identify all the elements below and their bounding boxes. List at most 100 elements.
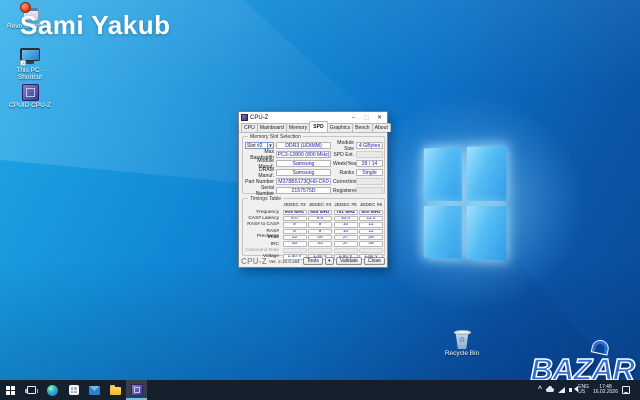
- serial-number-value: 2157575D: [276, 187, 331, 194]
- system-tray: ^ ENG US 17:48 16.02.2026: [538, 380, 640, 400]
- windows-logo-pane: [466, 206, 506, 261]
- timing-row-label: Command Rate: [245, 248, 281, 253]
- network-icon[interactable]: [558, 387, 565, 393]
- timing-column-header: JEDEC #6: [359, 203, 383, 209]
- cpuz-window: CPU-Z – ▢ ✕ CPU Mainboard Memory SPD Gra…: [238, 111, 388, 268]
- taskbar-cpuz-running[interactable]: [126, 380, 147, 400]
- desktop-icon-cpuz[interactable]: CPUID CPU-Z: [6, 84, 54, 109]
- taskbar-mail[interactable]: [84, 380, 105, 400]
- field-label: DRAM Manuf.: [245, 167, 274, 179]
- dram-manuf-value: Samsung: [276, 169, 331, 176]
- desktop-icon-label: This PC - Shortcut: [6, 67, 54, 81]
- timing-row-label: tRAS: [245, 235, 281, 240]
- tab-spd[interactable]: SPD: [309, 121, 327, 132]
- window-footer: CPU-Z Ver. 2.10.0.x64 Tools ▼ Validate C…: [241, 256, 385, 266]
- max-bandwidth-value: PC3-12800 (800 MHz): [276, 151, 331, 158]
- onedrive-cloud-icon[interactable]: [546, 388, 554, 392]
- windows-logo-pane: [424, 147, 462, 200]
- desktop-icon-label: Recycle Bin: [445, 350, 479, 357]
- timing-cell: 800 MHz: [359, 210, 383, 215]
- version-text: Ver. 2.10.0.x64: [269, 259, 301, 264]
- module-type-value: DDR3 (UDIMM): [276, 142, 331, 149]
- volume-icon[interactable]: [569, 388, 572, 393]
- tab-graphics[interactable]: Graphics: [327, 123, 353, 132]
- tab-mainboard[interactable]: Mainboard: [257, 123, 287, 132]
- close-button[interactable]: Close: [364, 257, 385, 265]
- timing-cell: 9.0: [308, 216, 332, 221]
- timing-cell: 27: [334, 235, 358, 240]
- timing-cell: 8: [283, 229, 307, 234]
- taskbar-file-explorer[interactable]: [105, 380, 126, 400]
- timing-cell: 8.0: [283, 216, 307, 221]
- timing-cell: 761 MHz: [334, 210, 358, 215]
- taskbar-edge[interactable]: [42, 380, 63, 400]
- clock[interactable]: 17:48 16.02.2026: [593, 385, 618, 396]
- tab-bench[interactable]: Bench: [352, 123, 372, 132]
- timing-cell: 28: [359, 235, 383, 240]
- tab-about[interactable]: About: [372, 123, 391, 132]
- timing-cell: 30: [283, 241, 307, 246]
- timings-table: JEDEC #3 JEDEC #4 JEDEC #5 JEDEC #6 Freq…: [245, 203, 382, 260]
- validate-button[interactable]: Validate: [336, 257, 362, 265]
- channel-watermark: Sami Yakub: [20, 10, 171, 41]
- part-number-value: M378B5173QH0-CK0: [276, 178, 331, 185]
- cpuz-logo: CPU-Z: [241, 257, 267, 266]
- this-pc-icon: ↗: [19, 48, 41, 66]
- timing-cell: [283, 248, 307, 253]
- tab-bar: CPU Mainboard Memory SPD Graphics Bench …: [239, 123, 387, 133]
- timing-cell: 10.0: [334, 216, 358, 221]
- ranks-value: Single: [356, 169, 383, 176]
- start-button[interactable]: [0, 380, 21, 400]
- timing-cell: 685 MHz: [308, 210, 332, 215]
- close-window-button[interactable]: ✕: [374, 113, 385, 123]
- cpuz-app-icon: [241, 114, 248, 121]
- timing-row-label: RAS# Precharge: [245, 229, 281, 234]
- file-explorer-icon: [110, 387, 121, 396]
- field-label: Correction: [333, 179, 354, 185]
- tools-dropdown-button[interactable]: ▼: [325, 257, 334, 265]
- timing-cell: [308, 248, 332, 253]
- desktop-icon-label: CPUID CPU-Z: [9, 102, 51, 109]
- shortcut-arrow-icon: ↗: [20, 60, 26, 66]
- group-title: Timings Table: [248, 196, 283, 202]
- language-indicator[interactable]: ENG US: [578, 385, 589, 396]
- correction-value: [356, 178, 383, 185]
- timing-cell: 10: [334, 229, 358, 234]
- timing-column-header: JEDEC #4: [308, 203, 332, 209]
- recycle-symbol-icon: ♻: [454, 336, 471, 344]
- timing-cell: 9: [308, 229, 332, 234]
- maximize-button: ▢: [361, 113, 372, 123]
- field-label: SPD Ext.: [333, 152, 354, 158]
- timing-column-header: JEDEC #3: [283, 203, 307, 209]
- tools-button[interactable]: Tools: [303, 257, 323, 265]
- group-title: Memory Slot Selection: [248, 134, 303, 140]
- timing-row-label: RAS# to CAS#: [245, 222, 281, 227]
- field-label: Ranks: [333, 170, 354, 176]
- module-manuf-value: Samsung: [276, 160, 331, 167]
- taskbar: ^ ENG US 17:48 16.02.2026: [0, 380, 640, 400]
- timing-column-header: JEDEC #5: [334, 203, 358, 209]
- windows-logo: [424, 145, 507, 260]
- field-label: Registered: [333, 188, 354, 194]
- spd-ext-value: [356, 151, 383, 158]
- module-size-value: 4 GBytes: [356, 142, 383, 149]
- tray-chevron-icon[interactable]: ^: [538, 386, 542, 394]
- language-line2: US: [578, 389, 585, 395]
- desktop: Sami Yakub Revo Uninstal... ↗ This PC - …: [0, 0, 640, 400]
- tab-cpu[interactable]: CPU: [241, 123, 258, 132]
- tab-memory[interactable]: Memory: [286, 123, 310, 132]
- action-center-icon[interactable]: [622, 386, 630, 394]
- timing-cell: 11.0: [359, 216, 383, 221]
- desktop-icon-recycle-bin[interactable]: ♻ Recycle Bin: [438, 329, 486, 357]
- timing-cell: 22: [283, 235, 307, 240]
- minimize-button[interactable]: –: [348, 113, 359, 123]
- desktop-icon-this-pc[interactable]: ↗ This PC - Shortcut: [6, 48, 54, 81]
- taskbar-app-grid[interactable]: [63, 380, 84, 400]
- field-label: Module Size: [333, 140, 354, 152]
- windows-logo-pane: [424, 205, 462, 258]
- timing-cell: 11: [359, 222, 383, 227]
- task-view-button[interactable]: [21, 380, 42, 400]
- timing-cell: 8: [283, 222, 307, 227]
- timing-cell: 24: [308, 235, 332, 240]
- timing-cell: 37: [334, 241, 358, 246]
